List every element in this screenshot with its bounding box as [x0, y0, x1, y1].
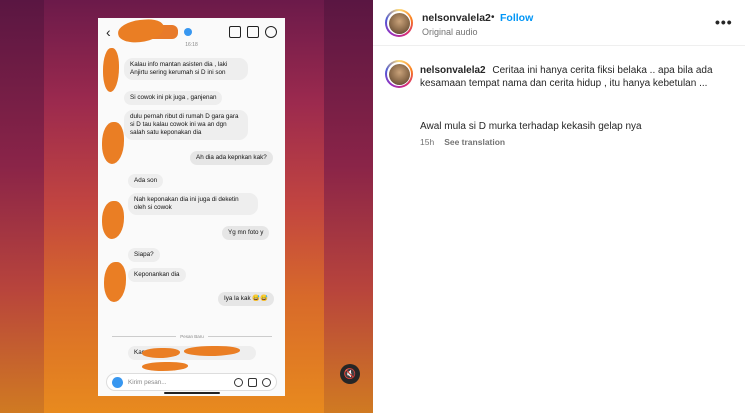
- caption-username[interactable]: nelsonvalela2: [420, 65, 486, 76]
- censor-blot: [103, 48, 119, 92]
- chat-message: Si cowok ini pk juga , ganjenan: [124, 91, 223, 105]
- composer-placeholder: Kirim pesan...: [128, 378, 167, 386]
- follow-button[interactable]: Follow: [500, 12, 533, 24]
- gallery-icon: [248, 377, 257, 387]
- chat-screenshot: ‹ 16:18 Kalau info mantan asisten dia , …: [98, 18, 285, 396]
- info-icon: [265, 26, 277, 38]
- chat-message: Nah keponakan dia ini juga di deketin ol…: [128, 193, 258, 215]
- message-composer: Kirim pesan...: [106, 373, 277, 391]
- avatar[interactable]: [385, 9, 413, 37]
- chat-timestamp: 16:18: [185, 42, 198, 48]
- chat-message: Kalau info mantan asisten dia , laki Anj…: [124, 58, 248, 80]
- caption-meta: 15h See translation: [420, 137, 505, 147]
- camera-icon: [112, 376, 123, 388]
- censor-blot: [102, 122, 124, 164]
- post-details-panel: nelsonvalela2 • Follow Original audio ••…: [373, 0, 745, 413]
- home-indicator: [164, 392, 220, 394]
- video-left-blur: [0, 0, 44, 413]
- post-media[interactable]: ‹ 16:18 Kalau info mantan asisten dia , …: [0, 0, 373, 413]
- more-options-icon[interactable]: •••: [715, 14, 733, 30]
- censor-blot: [102, 201, 124, 239]
- audio-link[interactable]: Original audio: [422, 27, 478, 37]
- chat-message: Ah dia ada kepnkan kak?: [190, 151, 273, 165]
- divider-label: Pesan Baru: [180, 333, 204, 339]
- microphone-icon: [234, 377, 243, 387]
- caption: nelsonvalela2 Ceritaa ini hanya cerita f…: [420, 64, 738, 90]
- flag-icon: [247, 26, 259, 38]
- caption-extra-line: Awal mula si D murka terhadap kekasih ge…: [420, 121, 642, 132]
- chat-message: Ada son: [128, 174, 164, 188]
- verified-icon: [184, 28, 192, 36]
- post-header: nelsonvalela2 • Follow Original audio ••…: [373, 0, 745, 46]
- speaker-muted-icon[interactable]: 🔇: [340, 364, 360, 384]
- video-right-blur: [324, 0, 373, 413]
- plus-icon: [262, 377, 271, 387]
- see-translation-button[interactable]: See translation: [444, 137, 505, 147]
- separator-dot: •: [491, 12, 495, 23]
- chat-message: Siapa?: [128, 248, 160, 262]
- new-messages-divider: Pesan Baru: [112, 332, 273, 340]
- censor-blot: [142, 362, 188, 371]
- chat-message: Keponankan dia: [128, 268, 186, 282]
- post-time: 15h: [420, 137, 435, 147]
- video-call-icon: [229, 26, 241, 38]
- back-icon: ‹: [106, 24, 111, 40]
- censor-blot: [104, 262, 126, 302]
- chat-message: dulu pernah ribut di rumah D gara gara s…: [124, 110, 248, 140]
- chat-message: Yg mn foto y: [222, 226, 270, 240]
- chat-message: Iya la kak 😅😅: [218, 292, 275, 306]
- avatar[interactable]: [385, 60, 413, 88]
- post-username[interactable]: nelsonvalela2: [422, 12, 491, 24]
